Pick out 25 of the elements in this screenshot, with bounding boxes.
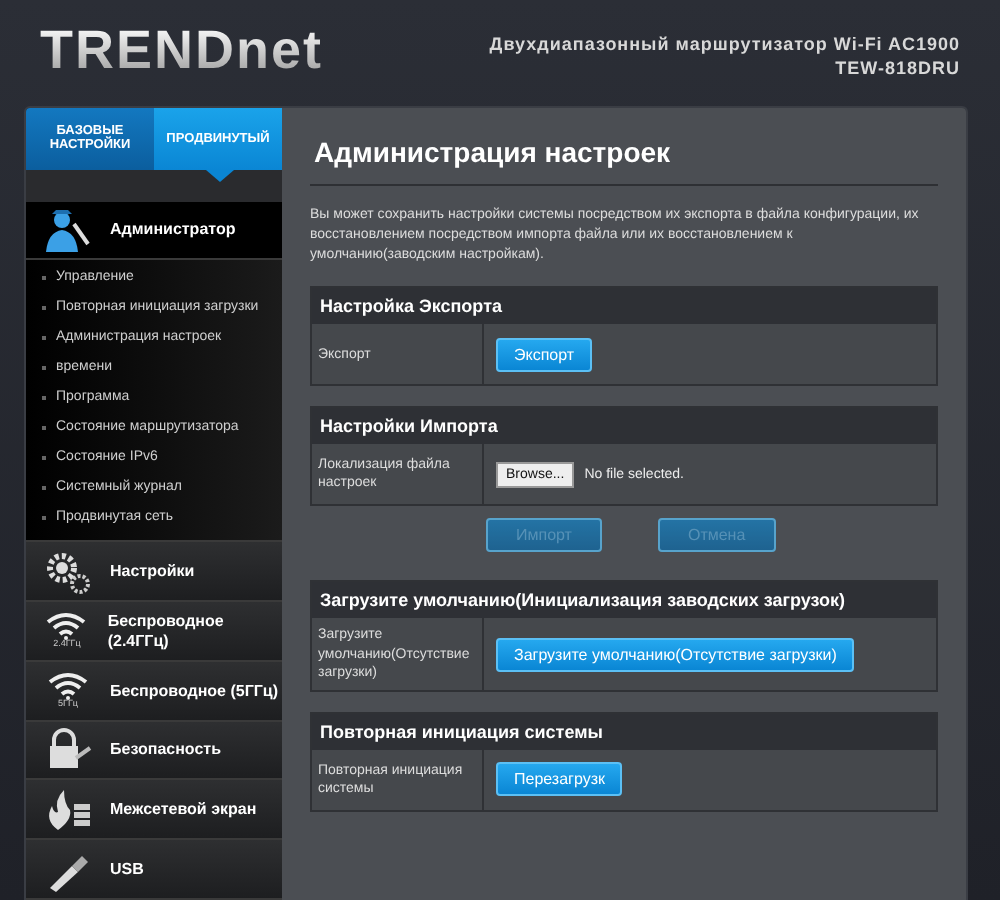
wifi-icon [44, 612, 89, 641]
section-header: Загрузите умолчанию(Инициализация заводских загрузок) [312, 582, 936, 619]
sidebar-section[interactable]: Безопасность [26, 721, 282, 781]
section-header: Настройка Экспорта [312, 288, 936, 325]
sidebar-section[interactable]: Администратор [26, 201, 282, 261]
flame-wall-icon [44, 787, 92, 832]
page-title: Администрация настроек [310, 128, 938, 186]
sidebar-section[interactable]: USB [26, 840, 282, 900]
lock-key-icon [44, 728, 92, 773]
wifi-icon [46, 672, 90, 701]
section-header: Повторная инициация системы [312, 713, 936, 750]
selected-tab-pointer [206, 169, 234, 182]
model-number: TEW-818DRU [835, 58, 960, 78]
section-label: Настройки [110, 561, 195, 582]
section-label: Безопасность [110, 740, 221, 760]
section-header: Настройки Импорта [312, 408, 936, 445]
sidebar-section[interactable]: Межсетевой экран [26, 780, 282, 841]
section-label: Межсетевой экран [110, 800, 257, 820]
section-label: Беспроводное (2.4ГГц) [107, 611, 226, 651]
section-label: USB [110, 859, 144, 879]
router-name: Двухдиапазонный маршрутизатор Wi-Fi AC1900 [489, 34, 960, 54]
gears-icon [44, 549, 92, 594]
section-label: Администратор [110, 220, 236, 240]
sidebar-section[interactable]: Настройки [26, 542, 282, 603]
section-label: Беспроводное (5ГГц) [110, 681, 278, 701]
